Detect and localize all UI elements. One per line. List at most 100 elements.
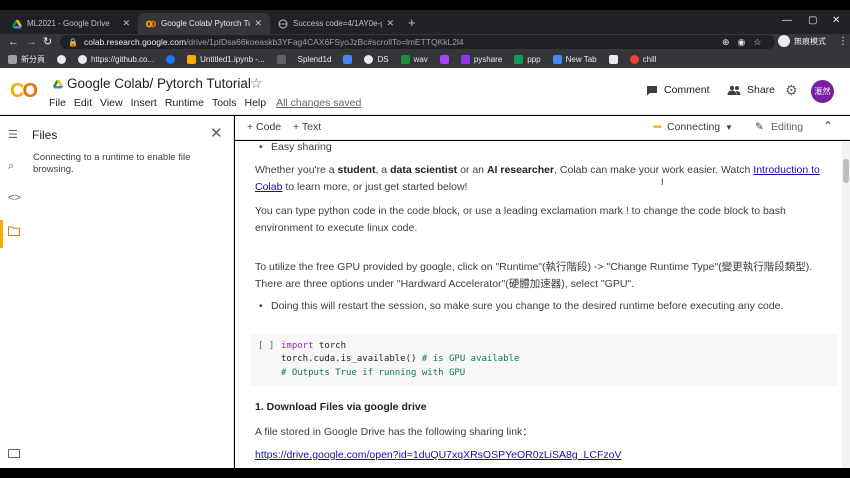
add-text-button[interactable]: + Text [293,121,321,133]
bookmark-item[interactable] [608,54,618,64]
bookmark-item[interactable] [166,54,176,64]
bookmarks-bar: 新分頁 https://github.co... Untitled1.ipynb… [0,50,850,68]
bookmark-item[interactable]: 新分頁 [8,54,45,65]
chrome-menu-icon[interactable]: ⋮ [838,34,848,50]
maximize-icon[interactable]: ▢ [808,15,817,26]
paragraph: To utilize the free GPU provided by goog… [255,261,813,290]
star-icon[interactable]: ☆ [250,75,263,92]
comment-button[interactable]: Comment [646,84,710,96]
code-cell[interactable]: [ ] import torch torch.cuda.is_available… [250,334,838,386]
google-icon [57,54,66,64]
forward-arrow-icon[interactable]: → [26,34,37,50]
scrollbar[interactable] [842,141,850,468]
bookmark-item[interactable]: chill [629,54,656,64]
menu-tools[interactable]: Tools [212,97,237,109]
chevron-down-icon[interactable]: ▼ [725,123,733,132]
run-cell-button[interactable]: [ ] [258,341,274,351]
drive-icon [400,54,410,64]
bookmark-item[interactable]: pyshare [460,54,502,64]
url-host: colab.research.google.com [83,37,187,47]
menu-runtime[interactable]: Runtime [165,97,204,109]
tab-colab[interactable]: Google Colab/ Pytorch Tutorial ✕ [138,13,270,34]
close-tab-icon[interactable]: ✕ [386,18,394,29]
reload-icon[interactable]: ↻ [43,34,52,50]
code-editor[interactable]: import torch torch.cuda.is_available() #… [281,340,519,380]
bookmark-star-icon[interactable]: ☆ [753,34,761,50]
tab-success[interactable]: Success code=4/1AY0e-g6Byo ✕ [270,13,402,34]
paragraph: A file stored in Google Drive has the fo… [255,426,533,438]
sheets-icon [514,54,524,64]
bookmark-item[interactable]: https://github.co... [78,54,154,64]
table-of-contents-icon[interactable]: ☰ [8,128,18,141]
url-path: /drive/1pIDsa66koeaskb3YFag4CAX6FSyoJzBc… [186,37,464,47]
menu-help[interactable]: Help [244,97,266,109]
menu-insert[interactable]: Insert [131,97,157,109]
menu-edit[interactable]: Edit [74,97,92,109]
facebook-icon [166,54,176,64]
lock-icon: 🔒 [68,37,78,47]
bookmark-item[interactable]: DS [364,54,389,64]
bookmark-item[interactable]: New Tab [552,54,597,64]
tab-title: Success code=4/1AY0e-g6Byo [293,19,382,28]
bookmark-item[interactable] [343,54,353,64]
bookmark-item[interactable] [276,54,286,64]
avatar[interactable]: 滙然 [811,80,834,103]
eye-off-icon[interactable]: ◉ [738,34,746,50]
bookmark-item[interactable]: wav [400,54,428,64]
add-code-button[interactable]: + Code [247,121,281,133]
editing-mode[interactable]: Editing [771,121,803,133]
globe-icon [278,19,288,28]
section-heading: 1. Download Files via google drive [255,401,427,413]
share-button[interactable]: Share [727,84,775,96]
address-bar-row: ← → ↻ 🔒 colab.research.google.com/drive/… [0,34,850,50]
connect-status[interactable]: Connecting [667,121,720,133]
people-icon [727,85,741,95]
folder-icon[interactable] [8,226,20,236]
url-input[interactable]: 🔒 colab.research.google.com/drive/1pIDsa… [60,35,775,49]
bookmark-item[interactable]: ppp [514,54,541,64]
window-close-icon[interactable]: ✕ [832,15,840,26]
site-icon [460,54,470,64]
menu-bar: File Edit View Insert Runtime Tools Help… [49,97,361,109]
bookmark-item[interactable] [439,54,449,64]
settings-gear-icon[interactable]: ⚙ [785,82,798,99]
incognito-profile[interactable]: 無痕模式 [778,35,826,47]
google-drive-icon[interactable] [53,79,63,89]
new-tab-plus-icon[interactable]: + [408,15,416,30]
drive-share-link[interactable]: https://drive.google.com/open?id=1duQU7x… [255,449,621,461]
incognito-icon [778,35,790,47]
code-snippets-icon[interactable]: <> [8,192,21,204]
menu-view[interactable]: View [100,97,123,109]
comment-icon [647,85,657,95]
search-icon[interactable]: ⌕ [8,160,14,173]
bookmark-icon [276,54,286,64]
chevron-up-icon[interactable]: ⌃ [823,119,833,133]
intro-paragraph: Whether you're a student, a data scienti… [255,164,820,193]
files-panel-title: Files [32,128,58,142]
terminal-icon[interactable] [8,449,20,458]
minimize-icon[interactable]: — [782,15,792,26]
list-item: Doing this will restart the session, so … [259,300,783,312]
close-icon[interactable]: ✕ [210,124,223,142]
files-panel: Files ✕ Connecting to a runtime to enabl… [28,116,234,468]
notebook-title[interactable]: Google Colab/ Pytorch Tutorial [67,76,251,91]
tab-title: Google Colab/ Pytorch Tutorial [161,19,251,28]
scrollbar-thumb[interactable] [843,159,849,183]
zoom-icon[interactable]: ⊕ [722,34,730,50]
pencil-icon: ✎ [755,121,764,133]
site-icon [364,54,374,64]
bookmark-item[interactable]: Splend1d [298,55,332,64]
bookmark-item[interactable] [57,54,66,64]
browser-tab-bar: ML2021 - Google Drive ✕ Google Colab/ Py… [0,10,850,34]
tab-drive[interactable]: ML2021 - Google Drive ✕ [4,13,138,34]
close-tab-icon[interactable]: ✕ [254,18,262,29]
colab-icon [146,20,156,27]
notebook-content: Easy sharing Whether you're a student, a… [235,141,842,468]
close-tab-icon[interactable]: ✕ [122,18,130,29]
colab-logo[interactable]: CO [10,80,38,103]
save-status[interactable]: All changes saved [276,97,361,109]
menu-file[interactable]: File [49,97,66,109]
bookmark-item[interactable]: Untitled1.ipynb -... [187,54,265,64]
list-item: Easy sharing [259,141,332,153]
back-arrow-icon[interactable]: ← [8,34,19,50]
